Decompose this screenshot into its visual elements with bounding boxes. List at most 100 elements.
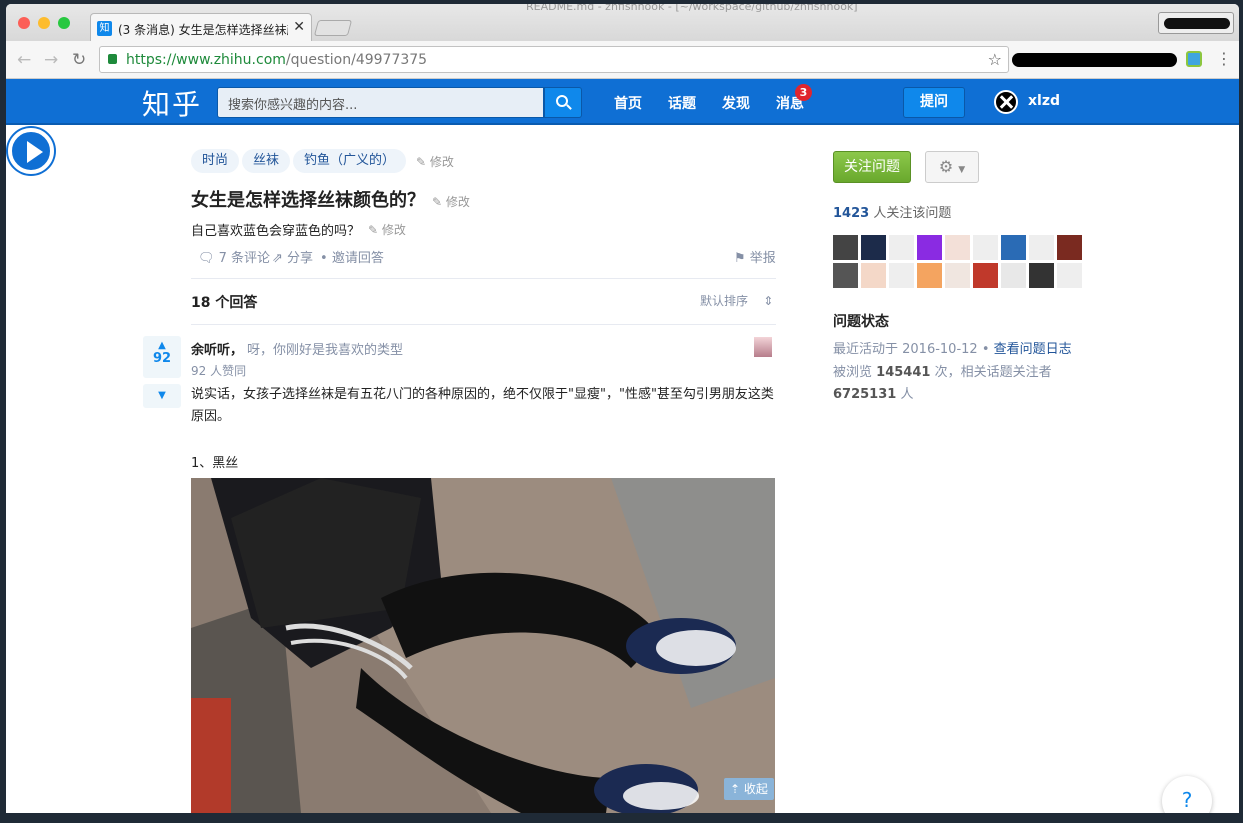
edit-label: 修改	[381, 223, 406, 237]
follower-avatar[interactable]	[945, 263, 970, 288]
vote-count: 92	[152, 351, 172, 366]
follower-avatar[interactable]	[1029, 263, 1054, 288]
profile-button[interactable]	[1158, 12, 1234, 34]
follower-avatar[interactable]	[833, 263, 858, 288]
background-window-title: README.md - zhfishhook - [~/workspace/gi…	[526, 4, 858, 13]
follower-avatar[interactable]	[1001, 235, 1026, 260]
invite-label: 邀请回答	[331, 251, 384, 266]
last-activity-label: 最近活动于 2016-10-12	[833, 342, 978, 357]
reload-icon[interactable]: ↻	[72, 50, 86, 70]
follower-avatar[interactable]	[973, 263, 998, 288]
follower-count: 1423 人关注该问题	[833, 202, 951, 221]
answer-author[interactable]: 余听听，	[191, 339, 243, 358]
divider	[191, 324, 776, 325]
ask-question-button[interactable]: 提问	[903, 87, 965, 118]
edit-label: 修改	[429, 155, 454, 169]
edit-detail-link[interactable]: ✎ 修改	[368, 221, 406, 238]
collapse-label: 收起	[743, 782, 768, 796]
gear-icon: ⚙	[938, 157, 954, 176]
report-link[interactable]: ⚑ 举报	[734, 247, 776, 266]
comments-count: 7 条评论	[218, 251, 271, 266]
caret-down-icon: ▼	[958, 165, 966, 175]
views-mid: 次，相关话题关注者	[934, 365, 1052, 380]
divider	[191, 278, 776, 279]
follower-avatar[interactable]	[917, 263, 942, 288]
follower-avatar[interactable]	[1029, 235, 1054, 260]
author-name: 余听听	[191, 343, 231, 358]
redaction-mark	[1164, 18, 1230, 29]
follower-avatar[interactable]	[1057, 235, 1082, 260]
question-status-title: 问题状态	[833, 314, 889, 330]
upvote-button[interactable]: ▲ 92	[143, 336, 181, 378]
share-link[interactable]: ⇗ 分享	[272, 247, 313, 266]
topic-tag[interactable]: 钓鱼（广义的）	[293, 149, 407, 173]
close-window-button[interactable]	[18, 17, 30, 29]
zoom-window-button[interactable]	[58, 17, 70, 29]
follower-avatar[interactable]	[1001, 263, 1026, 288]
share-label: 分享	[287, 251, 314, 266]
answer-text: 说实话，女孩子选择丝袜是有五花八门的各种原因的，绝不仅限于"显瘦"，"性感"甚至…	[191, 387, 774, 424]
search-button[interactable]	[544, 87, 582, 118]
sort-dropdown[interactable]: 默认排序 ⇕	[700, 292, 773, 309]
browser-tab[interactable]: 知 (3 条消息) 女生是怎样选择丝袜颜色的？ ✕	[90, 13, 312, 41]
minimize-window-button[interactable]	[38, 17, 50, 29]
answer-likes[interactable]: 92 人赞同	[191, 362, 246, 379]
url-host: https://www.zhihu.com	[126, 52, 286, 68]
more-menu-icon[interactable]: ⋮	[1216, 49, 1232, 68]
follower-avatar[interactable]	[1057, 263, 1082, 288]
nav-home[interactable]: 首页	[614, 93, 642, 113]
help-chat-icon[interactable]: ?	[1162, 776, 1212, 813]
user-avatar[interactable]	[994, 90, 1018, 114]
answer-count: 18 个回答	[191, 295, 258, 311]
bookmark-star-icon[interactable]: ☆	[988, 50, 1002, 69]
follower-avatar[interactable]	[945, 235, 970, 260]
new-tab-button[interactable]	[313, 20, 353, 36]
zhihu-logo[interactable]: 知乎	[142, 83, 202, 123]
follower-avatar[interactable]	[861, 235, 886, 260]
author-bio: 呀，你刚好是我喜欢的类型	[247, 343, 404, 358]
views-prefix: 被浏览	[833, 365, 873, 380]
nav-explore[interactable]: 发现	[722, 93, 750, 113]
zhihu-favicon-icon: 知	[97, 21, 112, 36]
follower-avatar[interactable]	[833, 235, 858, 260]
follower-avatar[interactable]	[861, 263, 886, 288]
play-button-icon[interactable]	[8, 128, 54, 174]
close-tab-icon[interactable]: ✕	[293, 19, 305, 35]
topic-tag[interactable]: 丝袜	[242, 149, 291, 173]
answer-photo	[191, 478, 775, 813]
answer-section-heading: 1、黑丝	[191, 456, 239, 471]
search-input[interactable]: 搜索你感兴趣的内容...	[217, 87, 544, 118]
url-text: https://www.zhihu.com/question/49977375	[126, 52, 427, 68]
nav-topics[interactable]: 话题	[668, 93, 696, 113]
browser-window: README.md - zhfishhook - [~/workspace/gi…	[6, 4, 1239, 813]
downvote-button[interactable]: ▼	[143, 384, 181, 408]
view-stats: 被浏览 145441 次，相关话题关注者 6725131 人	[833, 362, 1103, 406]
username[interactable]: xlzd	[1028, 93, 1060, 109]
edit-title-link[interactable]: ✎ 修改	[432, 193, 470, 210]
question-detail: 自己喜欢蓝色会穿蓝色的吗？	[191, 224, 361, 239]
views-count: 145441	[876, 365, 931, 380]
tab-strip: README.md - zhfishhook - [~/workspace/gi…	[6, 4, 1239, 41]
forward-arrow-icon[interactable]: →	[44, 50, 58, 70]
follower-number[interactable]: 1423	[833, 206, 869, 221]
last-activity: 最近活动于 2016-10-12 • 查看问题日志	[833, 342, 1072, 357]
settings-dropdown[interactable]: ⚙ ▼	[925, 151, 979, 183]
topic-tag[interactable]: 时尚	[191, 149, 240, 173]
extension-icon[interactable]	[1186, 51, 1202, 67]
follow-question-button[interactable]: 关注问题	[833, 151, 911, 183]
question-log-link[interactable]: 查看问题日志	[994, 342, 1072, 357]
follower-avatar[interactable]	[889, 263, 914, 288]
author-avatar[interactable]	[754, 337, 772, 357]
follower-avatar[interactable]	[973, 235, 998, 260]
search-icon-handle	[566, 104, 572, 110]
up-arrow-icon: ▲	[158, 340, 166, 351]
site-header: 知乎 搜索你感兴趣的内容... 首页 话题 发现 消息 3 提问 xlzd	[6, 79, 1239, 125]
follower-avatar[interactable]	[889, 235, 914, 260]
back-arrow-icon[interactable]: ←	[17, 50, 31, 70]
address-bar[interactable]: https://www.zhihu.com/question/49977375 …	[99, 46, 1009, 73]
comments-link[interactable]: 🗨 7 条评论	[198, 247, 270, 266]
follower-avatar[interactable]	[917, 235, 942, 260]
collapse-button[interactable]: ⇡ 收起	[724, 778, 774, 800]
invite-link[interactable]: • 邀请回答	[320, 247, 384, 266]
edit-topics-link[interactable]: ✎ 修改	[416, 153, 454, 170]
